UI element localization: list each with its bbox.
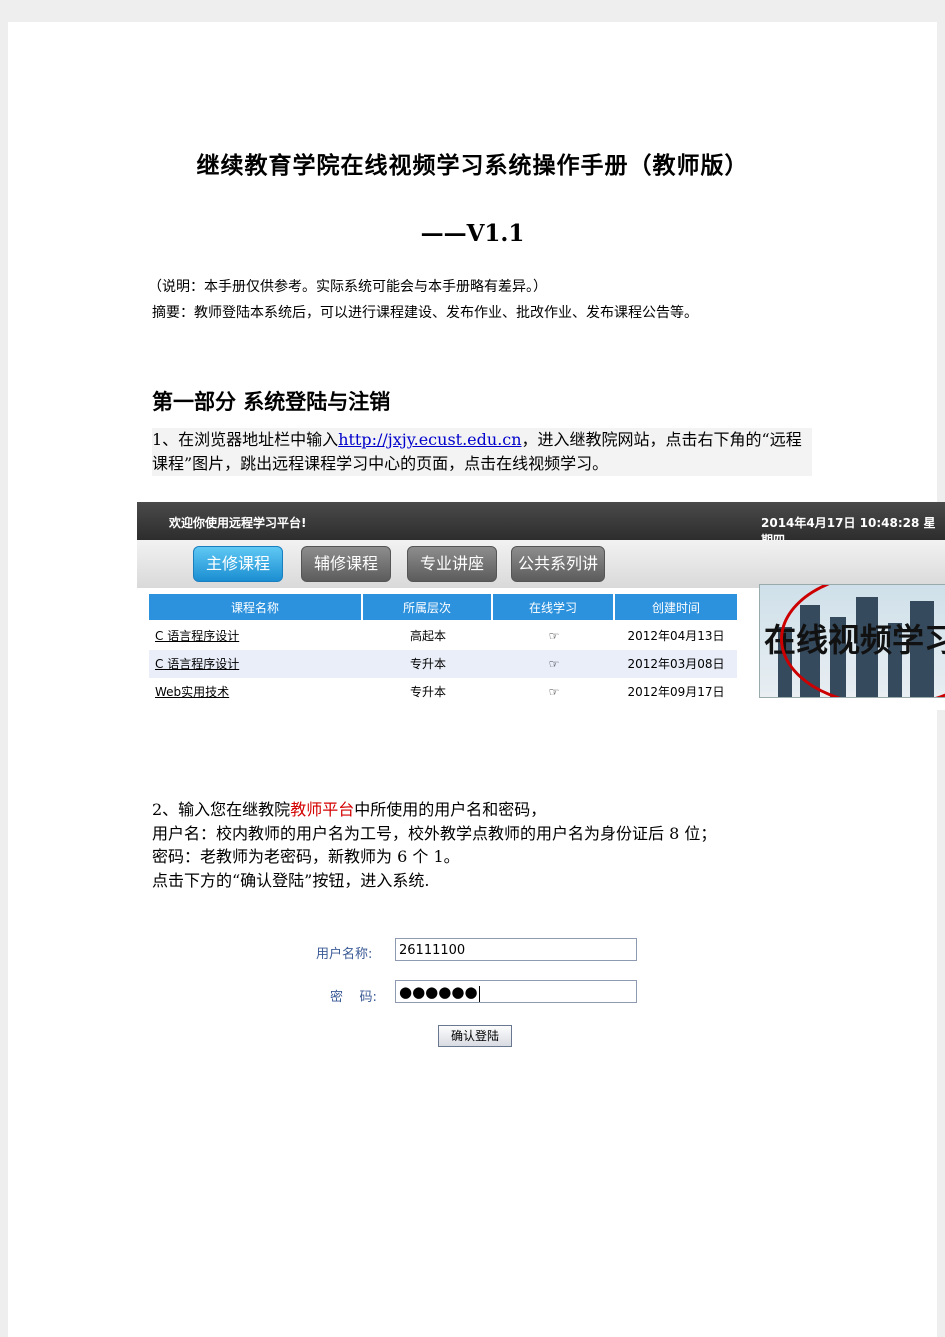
course-level: 专升本 [409, 657, 446, 671]
tab-lectures[interactable]: 专业讲座 [407, 546, 497, 582]
confirm-login-button[interactable]: 确认登陆 [438, 1025, 512, 1047]
username-input[interactable]: 26111100 [395, 938, 637, 961]
step2-paragraph: 2、输入您在继教院教师平台中所使用的用户名和密码， 用户名：校内教师的用户名为工… [152, 798, 842, 892]
password-label: 密 码: [330, 990, 377, 1005]
created-date: 2012年04月13日 [627, 629, 725, 643]
username-label: 用户名称: [316, 947, 373, 962]
section1-heading: 第一部分 系统登陆与注销 [152, 389, 391, 414]
highlight-circle [780, 585, 945, 697]
tab-major-courses[interactable]: 主修课程 [193, 546, 283, 582]
column-header: 在线学习 [493, 594, 615, 620]
step1-prefix: 1、在浏览器地址栏中输入 [152, 430, 339, 449]
course-name-link[interactable]: Web实用技术 [149, 678, 363, 706]
step2-line2: 用户名：校内教师的用户名为工号，校外教学点教师的用户名为身份证后 8 位； [152, 823, 717, 843]
column-header: 课程名称 [149, 594, 363, 620]
online-study-icon[interactable]: ☞ [493, 650, 615, 678]
online-video-study-banner[interactable]: 在线视频学习 [759, 584, 945, 698]
platform-screenshot: 欢迎你使用远程学习平台! 2014年4月17日 10:48:28 星期四 主修课… [137, 502, 945, 710]
step2-highlight: 教师平台 [290, 800, 355, 819]
abstract-text: 摘要：教师登陆本系统后，可以进行课程建设、发布作业、批改作业、发布课程公告等。 [152, 305, 698, 321]
welcome-text: 欢迎你使用远程学习平台! [169, 516, 307, 530]
password-mask: ●●●●●● [399, 983, 478, 1001]
course-name-link[interactable]: C 语言程序设计 [149, 650, 363, 678]
online-study-icon[interactable]: ☞ [493, 622, 615, 650]
course-level: 高起本 [409, 629, 446, 643]
tab-public-lectures[interactable]: 公共系列讲座 [511, 546, 605, 607]
table-header: 课程名称 所属层次 在线学习 创建时间 [149, 594, 737, 620]
step2-line4: 点击下方的“确认登陆”按钮，进入系统. [152, 870, 430, 890]
document-title: 继续教育学院在线视频学习系统操作手册（教师版） [196, 152, 749, 179]
platform-header-bar: 欢迎你使用远程学习平台! 2014年4月17日 10:48:28 星期四 [137, 502, 945, 547]
step2-suffix: 中所使用的用户名和密码， [354, 800, 547, 819]
disclaimer-note: （说明：本手册仅供参考。实际系统可能会与本手册略有差异。） [148, 279, 547, 295]
document-version: ——V1.1 [420, 220, 525, 247]
table-row: Web实用技术 专升本 ☞ 2012年09月17日 [149, 678, 737, 706]
step1-paragraph: 1、在浏览器地址栏中输入http://jxjy.ecust.edu.cn，进入继… [152, 428, 812, 476]
course-name-link[interactable]: C 语言程序设计 [149, 622, 363, 650]
table-row: C 语言程序设计 高起本 ☞ 2012年04月13日 [149, 622, 737, 650]
created-date: 2012年03月08日 [627, 657, 725, 671]
created-date: 2012年09月17日 [627, 685, 725, 699]
tab-minor-courses[interactable]: 辅修课程 [301, 546, 391, 582]
online-study-icon[interactable]: ☞ [493, 678, 615, 706]
column-header: 所属层次 [363, 594, 493, 620]
step2-line3: 密码：老教师为老密码，新教师为 6 个 1。 [152, 847, 460, 866]
password-input[interactable]: ●●●●●● [395, 980, 637, 1003]
login-form-screenshot: 用户名称: 26111100 密 码: ●●●●●● 确认登陆 [300, 930, 660, 1060]
site-link[interactable]: http://jxjy.ecust.edu.cn [338, 430, 521, 449]
table-row: C 语言程序设计 专升本 ☞ 2012年03月08日 [149, 650, 737, 678]
step2-line1: 2、输入您在继教院教师平台中所使用的用户名和密码， [152, 798, 842, 822]
text-caret [478, 985, 480, 1002]
course-level: 专升本 [409, 685, 446, 699]
column-header: 创建时间 [651, 601, 700, 615]
tab-bar: 主修课程 辅修课程 专业讲座 公共系列讲座 [137, 540, 945, 607]
step2-prefix: 2、输入您在继教院 [152, 800, 291, 819]
